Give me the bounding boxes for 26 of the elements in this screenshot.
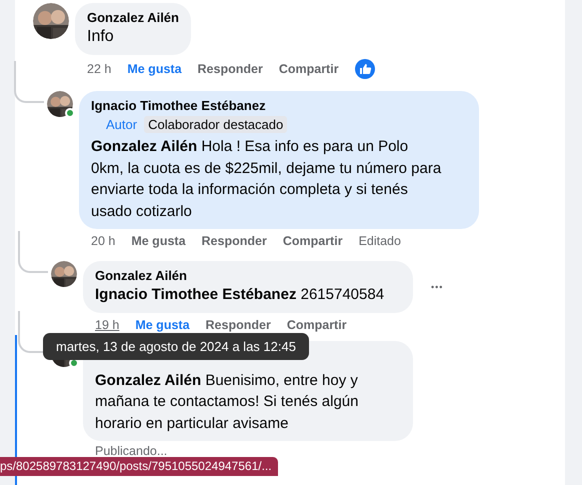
share-link[interactable]: Compartir (282, 233, 343, 249)
reply-link[interactable]: Responder (198, 61, 263, 77)
author-name[interactable]: Ignacio Timothee Estébanez (91, 98, 467, 114)
more-options-icon[interactable]: ••• (431, 282, 444, 292)
contributor-badge: Colaborador destacado (144, 116, 288, 133)
comment-text: Gonzalez Ailén Buenisimo, entre hoy y mañana te contactamos! Si tenés algún horario en particular avisame (95, 370, 360, 434)
like-link[interactable]: Me gusta (135, 316, 190, 332)
comment-text: Gonzalez Ailén Hola ! Esa info es para un Polo 0km, la cuota es de $225mil, dejame tu número para enviarte toda la información completa y si tenés usado cotizarlo (91, 137, 442, 222)
posting-status: Publicando... (94, 443, 168, 460)
author-name[interactable]: Gonzalez Ailén (87, 10, 179, 26)
comment-text: Ignacio Timothee Estébanez 2615740584 (95, 285, 386, 305)
share-link[interactable]: Compartir (278, 61, 339, 77)
share-link[interactable]: Compartir (286, 316, 347, 332)
author-label: Autor (105, 116, 138, 133)
comment-time[interactable]: 20 h (91, 233, 116, 249)
like-link[interactable]: Me gusta (127, 61, 182, 77)
edited-label: Editado (358, 233, 401, 249)
comment-time[interactable]: 19 h (95, 316, 120, 332)
reply-link[interactable]: Responder (202, 233, 267, 249)
reply-link[interactable]: Responder (206, 316, 271, 332)
author-name[interactable]: Gonzalez Ailén (95, 268, 401, 284)
like-link[interactable]: Me gusta (131, 233, 186, 249)
status-url: ps/802589783127490/posts/7951055024947561/... (0, 457, 278, 476)
comment-time[interactable]: 22 h (87, 61, 112, 77)
date-tooltip: martes, 13 de agosto de 2024 a las 12:45 (43, 333, 309, 360)
comment-text: Info (87, 27, 115, 47)
